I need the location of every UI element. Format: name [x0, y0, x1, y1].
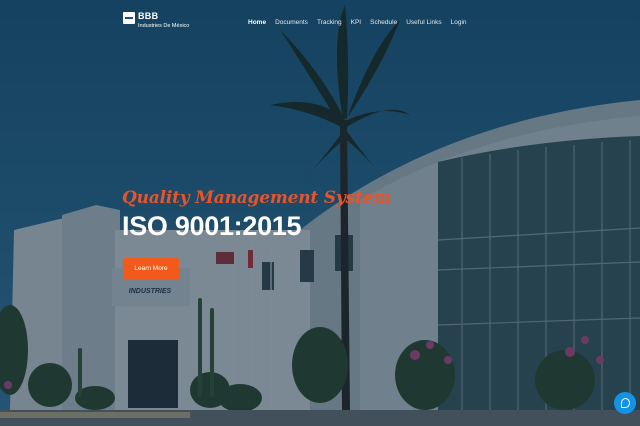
nav-menu: Home Documents Tracking KPI Schedule Use… — [248, 18, 476, 27]
nav-item-useful-links[interactable]: Useful Links — [406, 18, 441, 27]
nav-item-home[interactable]: Home — [248, 18, 266, 27]
hero-background: INDUSTRIES — [0, 0, 640, 426]
chat-icon — [620, 398, 630, 408]
nav-item-kpi[interactable]: KPI — [351, 18, 361, 27]
nav-item-schedule[interactable]: Schedule — [370, 18, 397, 27]
hero-overlay — [0, 0, 640, 426]
brand-name: BBB — [138, 11, 159, 21]
brand-subtitle: Industries De México — [138, 23, 190, 29]
top-navbar: BBB Industries De México Home Documents … — [0, 0, 640, 42]
brand[interactable]: BBB Industries De México — [123, 11, 189, 30]
chat-button[interactable] — [614, 392, 636, 414]
nav-item-login[interactable]: Login — [451, 18, 467, 27]
brand-text: BBB Industries De México — [138, 11, 189, 30]
nav-item-documents[interactable]: Documents — [275, 18, 308, 27]
brand-logo-icon — [123, 12, 135, 24]
nav-item-tracking[interactable]: Tracking — [317, 18, 342, 27]
hero-title: ISO 9001:2015 — [122, 211, 302, 241]
hero-subtitle: Quality Management System — [122, 188, 391, 208]
learn-more-button[interactable]: Learn More — [123, 258, 179, 280]
